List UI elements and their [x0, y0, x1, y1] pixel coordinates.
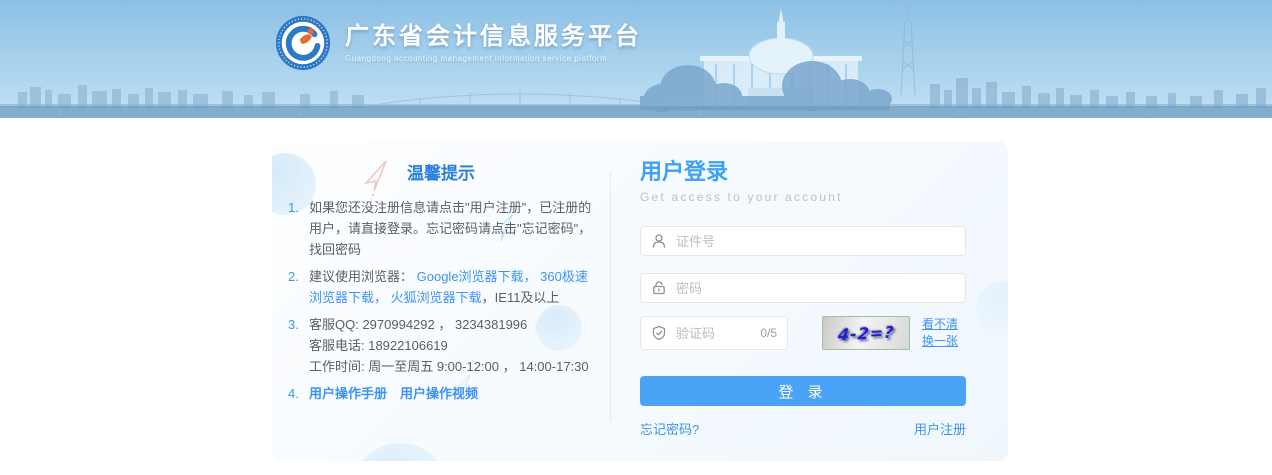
login-title: 用户登录 — [640, 159, 966, 185]
tip-link[interactable]: 用户操作视频 — [400, 386, 478, 401]
password-input[interactable] — [676, 281, 955, 296]
tips-title: 温馨提示 — [288, 159, 594, 184]
platform-title: 广东省会计信息服务平台 — [345, 23, 642, 52]
platform-logo-icon — [274, 14, 332, 72]
id-number-field-row — [640, 226, 966, 256]
register-link[interactable]: 用户注册 — [914, 419, 966, 438]
lock-icon — [651, 280, 667, 296]
tip-text: 如果您还没注册信息请点击"用户注册"，已注册的用户，请直接登录。忘记密码请点击"… — [309, 197, 594, 260]
tip-link[interactable]: Google浏览器下载， — [417, 269, 537, 284]
tip-item: 2.建议使用浏览器： Google浏览器下载， 360极速浏览器下载， 火狐浏览… — [288, 266, 594, 308]
tip-text-segment: 建议使用浏览器： — [309, 269, 417, 284]
captcha-unclear-link[interactable]: 看不清 — [922, 316, 958, 333]
tip-item: 1.如果您还没注册信息请点击"用户注册"，已注册的用户，请直接登录。忘记密码请点… — [288, 197, 594, 260]
tip-number: 3. — [288, 314, 309, 377]
login-form: 0/5 4-2=? 看不清 换一张 登 录 忘记密码? 用户注册 — [640, 226, 966, 438]
tip-text-segment — [387, 386, 400, 401]
tips-list: 1.如果您还没注册信息请点击"用户注册"，已注册的用户，请直接登录。忘记密码请点… — [288, 197, 594, 404]
tip-text: 客服QQ: 2970994292 ， 3234381996 客服电话: 18922… — [309, 314, 594, 377]
tip-text-segment: 客服电话: 18922106619 — [309, 338, 448, 353]
panel-divider — [610, 171, 611, 421]
tip-item: 3.客服QQ: 2970994292 ， 3234381996 客服电话: 189… — [288, 314, 594, 377]
tip-text: 用户操作手册 用户操作视频 — [309, 383, 594, 404]
captcha-input[interactable] — [676, 326, 756, 341]
tip-number: 4. — [288, 383, 309, 404]
header-banner: 广东省会计信息服务平台 Guangdong accounting managem… — [0, 0, 1272, 118]
forgot-password-link[interactable]: 忘记密码? — [640, 419, 699, 438]
tip-text: 建议使用浏览器： Google浏览器下载， 360极速浏览器下载， 火狐浏览器下… — [309, 266, 594, 308]
captcha-field-row: 0/5 — [640, 316, 788, 350]
login-panel: 用户登录 Get access to your account — [640, 159, 966, 438]
decor-circle — [976, 281, 1008, 335]
captcha-challenge-text: 4-2=? — [837, 322, 895, 344]
decor-circle — [352, 443, 448, 461]
tip-link[interactable]: 用户操作手册 — [309, 386, 387, 401]
auth-links-row: 忘记密码? 用户注册 — [640, 419, 966, 438]
brand-text: 广东省会计信息服务平台 Guangdong accounting managem… — [345, 23, 642, 64]
tip-number: 1. — [288, 197, 309, 260]
shield-check-icon — [651, 325, 667, 341]
id-number-input[interactable] — [676, 234, 955, 249]
tip-text-segment: 客服QQ: 2970994292 ， 3234381996 — [309, 317, 527, 332]
password-field-row — [640, 273, 966, 303]
captcha-refresh-links: 看不清 换一张 — [922, 316, 958, 350]
tip-link[interactable]: 火狐浏览器下载 — [391, 290, 482, 305]
tip-item: 4.用户操作手册 用户操作视频 — [288, 383, 594, 404]
captcha-counter: 0/5 — [760, 326, 777, 340]
tips-panel: 温馨提示 1.如果您还没注册信息请点击"用户注册"，已注册的用户，请直接登录。忘… — [288, 159, 594, 410]
login-subtitle: Get access to your account — [640, 190, 966, 204]
captcha-row: 0/5 4-2=? 看不清 换一张 — [640, 316, 966, 350]
captcha-change-link[interactable]: 换一张 — [922, 333, 958, 350]
user-icon — [651, 233, 667, 249]
captcha-image[interactable]: 4-2=? — [822, 316, 910, 350]
tip-text-segment: 如果您还没注册信息请点击"用户注册"，已注册的用户，请直接登录。忘记密码请点击"… — [309, 200, 591, 257]
login-button[interactable]: 登 录 — [640, 376, 966, 406]
platform-subtitle: Guangdong accounting management informat… — [345, 54, 642, 63]
tip-number: 2. — [288, 266, 309, 308]
login-card: 温馨提示 1.如果您还没注册信息请点击"用户注册"，已注册的用户，请直接登录。忘… — [272, 141, 1008, 461]
brand: 广东省会计信息服务平台 Guangdong accounting managem… — [274, 14, 642, 72]
tip-text-segment: ，IE11及以上 — [482, 290, 560, 305]
tip-text-segment: 工作时间: 周一至周五 9:00-12:00 ， 14:00-17:30 — [309, 359, 589, 374]
